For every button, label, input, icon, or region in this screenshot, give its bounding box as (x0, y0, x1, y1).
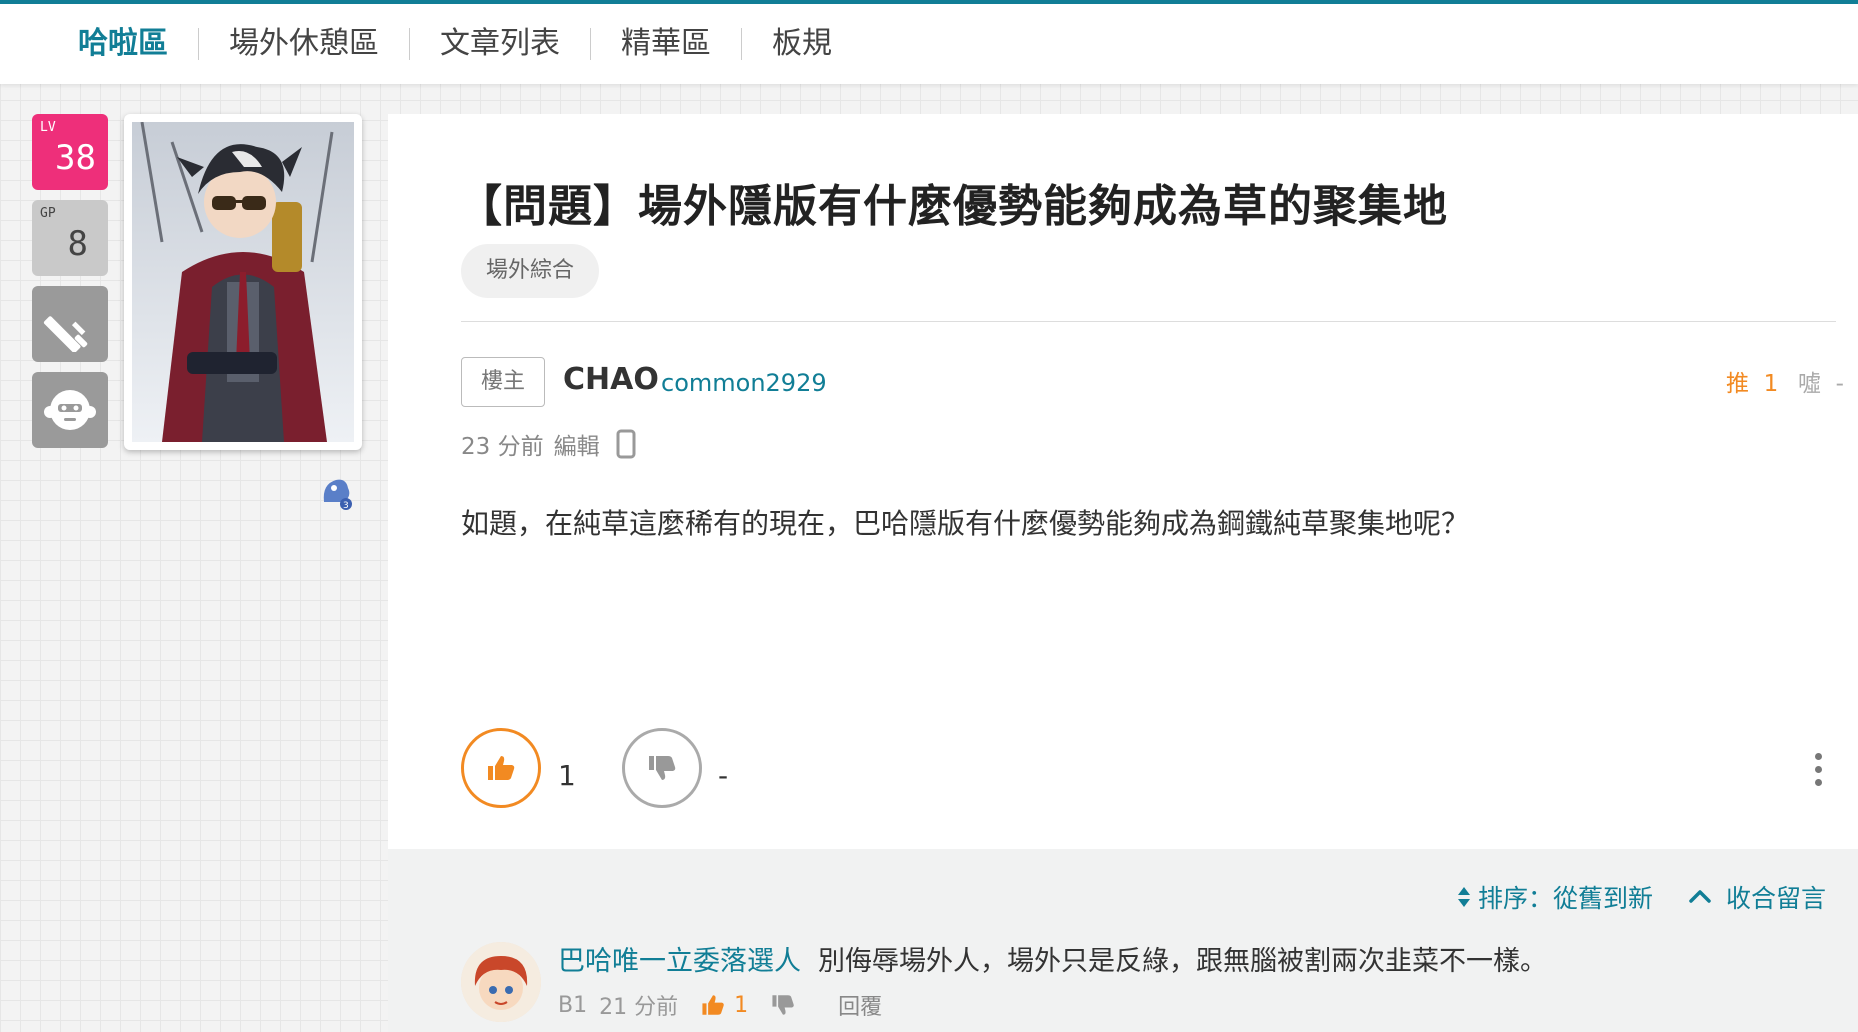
chevron-up-icon (1689, 890, 1711, 903)
thumbs-up-icon (488, 756, 515, 780)
comment-floor: B1 (558, 992, 588, 1018)
sword-icon (43, 316, 88, 352)
post-title: 【問題】場外隱版有什麼優勢能夠成為草的聚集地 (458, 181, 1448, 232)
sort-arrows-icon (1458, 887, 1470, 907)
commenter-avatar-image (461, 942, 541, 1022)
comment-like-button[interactable]: 1 (700, 992, 748, 1018)
boo-value: - (1835, 371, 1844, 397)
monkey-face-icon (44, 390, 96, 430)
level-value: 38 (55, 138, 96, 178)
level-tag: LV (40, 120, 56, 135)
dislike-count: - (718, 759, 729, 792)
nav-item-rules[interactable]: 板規 (742, 28, 862, 60)
sort-label: 排序：從舊到新 (1478, 884, 1654, 913)
thumbs-up-icon (702, 995, 724, 1015)
monkey-badge[interactable] (32, 372, 108, 448)
post-body: 如題，在純草這麼稀有的現在，巴哈隱版有什麼優勢能夠成為鋼鐵純草聚集地呢？ (461, 507, 1470, 540)
title-divider (461, 321, 1836, 322)
author-name[interactable]: CHAO (563, 362, 659, 397)
post-meta: 23 分前 編輯 (461, 427, 636, 461)
sword-badge[interactable] (32, 286, 108, 362)
comment-meta: B1 21 分前 1 回覆 (558, 989, 882, 1021)
nav-item-article-list[interactable]: 文章列表 (410, 28, 591, 60)
thumbs-down-icon (772, 995, 794, 1015)
user-badges: LV 38 GP 8 (32, 114, 110, 458)
comment-avatar[interactable] (461, 942, 541, 1022)
collapse-comments-button[interactable]: 收合留言 (1688, 879, 1826, 915)
svg-text:3: 3 (343, 501, 349, 511)
comment-dislike-button[interactable] (770, 992, 796, 1018)
push-label: 推 (1726, 371, 1749, 397)
more-options-icon[interactable] (1808, 750, 1828, 790)
owner-tag: 樓主 (461, 357, 545, 407)
mobile-device-icon (616, 429, 636, 459)
comment-text: 別侮辱場外人，場外只是反綠，跟無腦被割兩次韭菜不一樣。 (818, 946, 1547, 977)
gp-value: 8 (67, 224, 88, 264)
board-category-tag[interactable]: 場外綜合 (461, 244, 600, 298)
nav-item-hala[interactable]: 哈啦區 (48, 28, 199, 60)
dislike-button[interactable] (622, 728, 702, 808)
collapse-label: 收合留言 (1726, 884, 1827, 913)
level-badge[interactable]: LV 38 (32, 114, 108, 190)
top-nav: 哈啦區 場外休憩區 文章列表 精華區 板規 (0, 0, 1858, 84)
mini-pet-icon: 3 (323, 479, 352, 511)
nav-item-highlights[interactable]: 精華區 (591, 28, 742, 60)
nav-item-lounge[interactable]: 場外休憩區 (199, 28, 410, 60)
character-avatar-image (132, 122, 354, 442)
push-count: 推 1 (1726, 364, 1778, 398)
gp-badge[interactable]: GP 8 (32, 200, 108, 276)
post-time: 23 分前 (461, 434, 544, 460)
like-count: 1 (558, 759, 576, 792)
post-container: 【問題】場外隱版有什麼優勢能夠成為草的聚集地 場外綜合 樓主 CHAO comm… (388, 114, 1858, 1032)
gp-tag: GP (40, 206, 56, 221)
user-avatar-card[interactable] (124, 114, 362, 450)
push-value: 1 (1763, 371, 1779, 397)
like-button[interactable] (461, 728, 541, 808)
comment-like-count: 1 (734, 992, 749, 1018)
boo-label: 噓 (1798, 371, 1821, 397)
comment-section: 排序：從舊到新 收合留言 巴哈唯一立委落選人 別侮辱場外人，場外只是反綠，跟無腦… (388, 849, 1858, 1032)
thumbs-down-icon (649, 756, 676, 780)
author-id[interactable]: common2929 (661, 369, 827, 397)
sort-comments-button[interactable]: 排序：從舊到新 (1456, 879, 1653, 915)
comment-time: 21 分前 (599, 995, 679, 1020)
edit-link[interactable]: 編輯 (554, 427, 600, 461)
boo-count: 噓 - (1798, 364, 1844, 398)
comment-author[interactable]: 巴哈唯一立委落選人 (558, 939, 801, 978)
comment-reply-link[interactable]: 回覆 (838, 989, 882, 1021)
